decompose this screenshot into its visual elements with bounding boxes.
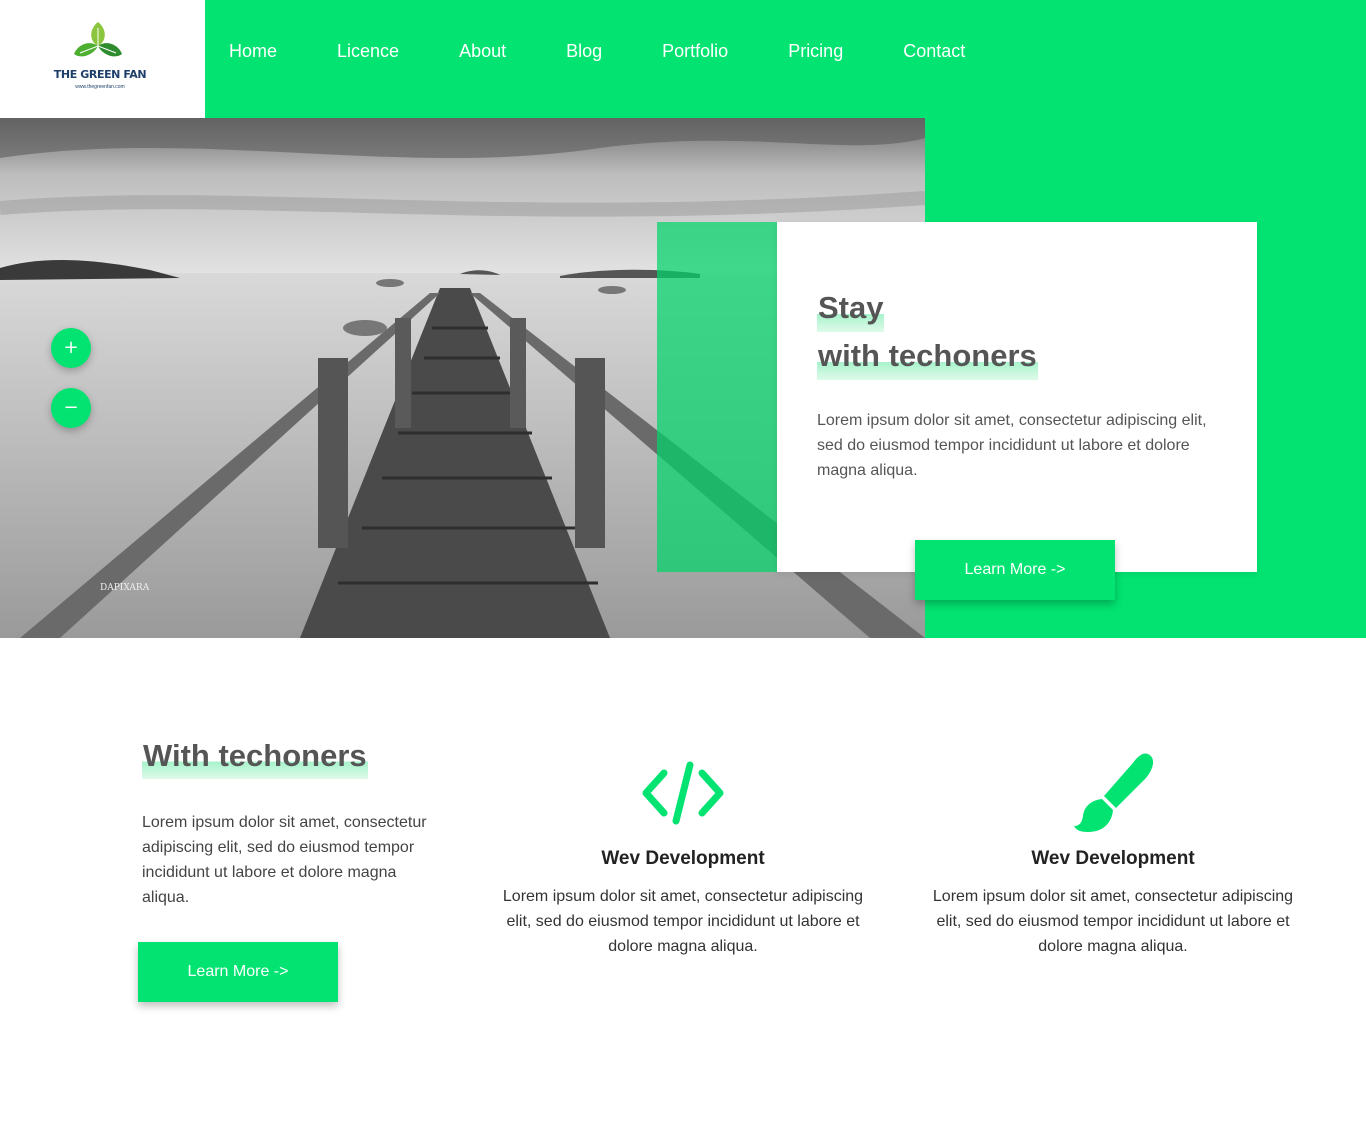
main-nav: Home Licence About Blog Portfolio Pricin… bbox=[229, 38, 1025, 64]
brand-url: www.thegreenfan.com bbox=[75, 84, 125, 90]
zoom-in-button[interactable]: + bbox=[51, 328, 91, 368]
hero-title-line2: with techoners bbox=[817, 332, 1038, 380]
about-text: Lorem ipsum dolor sit amet, consectetur … bbox=[142, 814, 427, 906]
feature-title: Wev Development bbox=[601, 848, 765, 869]
feature-card-design: Wev Development Lorem ipsum dolor sit am… bbox=[928, 750, 1298, 959]
logo[interactable]: THE GREEN FAN www.thegreenfan.com bbox=[0, 0, 205, 118]
code-icon bbox=[642, 761, 724, 825]
zoom-out-button[interactable]: − bbox=[51, 388, 91, 428]
nav-about[interactable]: About bbox=[459, 38, 506, 64]
feature-title: Wev Development bbox=[1031, 848, 1195, 869]
feature-text: Lorem ipsum dolor sit amet, consectetur … bbox=[932, 888, 1294, 955]
paintbrush-icon bbox=[1074, 753, 1154, 832]
nav-pricing[interactable]: Pricing bbox=[788, 38, 843, 64]
hero-learn-more-button[interactable]: Learn More -> bbox=[915, 540, 1115, 600]
nav-licence[interactable]: Licence bbox=[337, 38, 399, 64]
hero-title: Stay with techoners bbox=[817, 284, 1038, 380]
nav-portfolio[interactable]: Portfolio bbox=[662, 38, 728, 64]
feature-card-web-development: Wev Development Lorem ipsum dolor sit am… bbox=[498, 750, 868, 959]
about-title: With techoners bbox=[142, 733, 368, 779]
nav-home[interactable]: Home bbox=[229, 38, 277, 64]
hero-text: Lorem ipsum dolor sit amet, consectetur … bbox=[817, 412, 1207, 479]
nav-contact[interactable]: Contact bbox=[903, 38, 965, 64]
feature-text: Lorem ipsum dolor sit amet, consectetur … bbox=[502, 888, 864, 955]
hero-overlay-strip bbox=[657, 222, 777, 572]
about-learn-more-button[interactable]: Learn More -> bbox=[138, 942, 338, 1002]
site-header: THE GREEN FAN www.thegreenfan.com Home L… bbox=[0, 0, 1366, 118]
nav-blog[interactable]: Blog bbox=[566, 38, 602, 64]
hero-title-line1: Stay bbox=[817, 284, 885, 332]
brand-name: THE GREEN FAN bbox=[53, 68, 147, 81]
about-title-text: With techoners bbox=[142, 733, 368, 779]
hero-card: Stay with techoners Lorem ipsum dolor si… bbox=[777, 222, 1257, 572]
photo-watermark: DAPIXARA bbox=[100, 583, 150, 593]
leaf-logo-icon bbox=[74, 22, 122, 57]
